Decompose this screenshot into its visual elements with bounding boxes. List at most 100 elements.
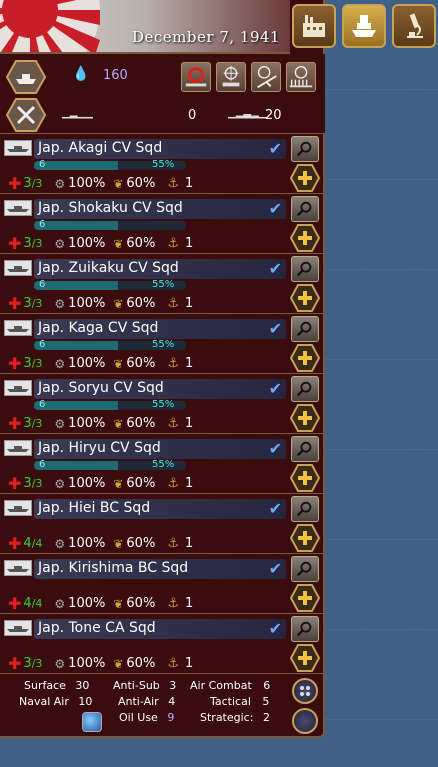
checkmark-icon[interactable]: ✔: [269, 139, 282, 158]
unit-name: Jap. Hiei BC Sqd: [38, 500, 151, 516]
reinforce-button[interactable]: [290, 284, 320, 312]
fleet-hex-button[interactable]: [6, 60, 46, 94]
unit-row[interactable]: Jap. Hiei BC Sqd ✔ ✚ 4 /4 ⚙ 100% ❦ 60% ⚓…: [0, 494, 325, 554]
unit-type-filter-aircraft[interactable]: [251, 62, 281, 92]
reinforce-button[interactable]: [290, 524, 320, 552]
ship-icon: [352, 15, 376, 37]
unit-name-bar[interactable]: Jap. Hiei BC Sqd ✔: [34, 499, 286, 519]
unit-row[interactable]: Jap. Kirishima BC Sqd ✔ ✚ 4 /4 ⚙ 100% ❦ …: [0, 554, 325, 614]
checkmark-icon[interactable]: ✔: [269, 439, 282, 458]
supply-value: 100%: [68, 236, 106, 251]
reinforce-button[interactable]: [290, 164, 320, 192]
unit-name-bar[interactable]: Jap. Zuikaku CV Sqd ✔: [34, 259, 286, 279]
crew-value: 1: [184, 656, 194, 671]
ship-class-icon: [4, 500, 32, 516]
inspect-button[interactable]: [291, 136, 319, 162]
research-button[interactable]: [392, 4, 436, 48]
checkmark-icon[interactable]: ✔: [269, 319, 282, 338]
unit-name: Jap. Zuikaku CV Sqd: [38, 260, 179, 276]
reinforce-button[interactable]: [290, 464, 320, 492]
inspect-button[interactable]: [291, 556, 319, 582]
unit-row[interactable]: Jap. Kaga CV Sqd ✔ 6 55% ✚ 3 /3 ⚙ 100% ❦…: [0, 314, 325, 374]
surface-value: 30: [75, 679, 90, 692]
fleet-summary: 💧 160 ▁▂▁▁ 0 ▁▂▃▂▁ 20: [0, 54, 325, 134]
reinforce-button[interactable]: [290, 404, 320, 432]
morale-medal-icon: ❦: [113, 416, 124, 431]
crew-value: 1: [184, 416, 194, 431]
inspect-button[interactable]: [291, 436, 319, 462]
crew-value: 1: [184, 176, 194, 191]
transport-icon: ▁▂▃▂▁: [228, 108, 267, 119]
unit-name-bar[interactable]: Jap. Soryu CV Sqd ✔: [34, 379, 286, 399]
morale-value: 60%: [126, 356, 156, 371]
strength-cross-icon: ✚: [8, 234, 22, 253]
naval-air-label: Naval Air: [19, 695, 69, 708]
experience-bar: [34, 221, 186, 230]
supply-gear-icon: ⚙: [54, 476, 66, 491]
unit-row[interactable]: Jap. Soryu CV Sqd ✔ 6 55% ✚ 3 /3 ⚙ 100% …: [0, 374, 325, 434]
unit-row[interactable]: Jap. Shokaku CV Sqd ✔ 6 ✚ 3 /3 ⚙ 100% ❦ …: [0, 194, 325, 254]
naval-button[interactable]: [342, 4, 386, 48]
checkmark-icon[interactable]: ✔: [269, 259, 282, 278]
reinforce-button[interactable]: [290, 584, 320, 612]
inspect-button[interactable]: [291, 376, 319, 402]
unit-row[interactable]: Jap. Hiryu CV Sqd ✔ 6 55% ✚ 3 /3 ⚙ 100% …: [0, 434, 325, 494]
reinforce-button[interactable]: [290, 224, 320, 252]
strength-cross-icon: ✚: [8, 414, 22, 433]
inspect-button[interactable]: [291, 496, 319, 522]
supply-value: 100%: [68, 476, 106, 491]
morale-medal-icon: ❦: [113, 176, 124, 191]
supply-value: 100%: [68, 416, 106, 431]
inspect-button[interactable]: [291, 316, 319, 342]
end-round-button[interactable]: [292, 708, 318, 734]
checkmark-icon[interactable]: ✔: [269, 199, 282, 218]
submarine-icon: ▁▂▁▁: [62, 108, 93, 119]
production-button[interactable]: [292, 4, 336, 48]
oil-use-value: 9: [167, 711, 175, 724]
magnifier-icon: [297, 261, 312, 277]
crew-value: 1: [184, 356, 194, 371]
unit-stats: ✚ 4 /4 ⚙ 100% ❦ 60% ⚓ 1: [8, 534, 193, 553]
unit-type-filter-mine[interactable]: [181, 62, 211, 92]
morale-value: 60%: [126, 236, 156, 251]
checkmark-icon[interactable]: ✔: [269, 559, 282, 578]
unit-type-filter-carrier[interactable]: [286, 62, 316, 92]
reinforce-button[interactable]: [290, 644, 320, 672]
strength-value: 4: [23, 596, 32, 611]
unit-row[interactable]: Jap. Zuikaku CV Sqd ✔ 6 55% ✚ 3 /3 ⚙ 100…: [0, 254, 325, 314]
unit-type-filter-crosshair[interactable]: [216, 62, 246, 92]
globe-icon[interactable]: [82, 712, 102, 732]
ship-class-icon: [4, 320, 32, 336]
unit-level: 6: [39, 219, 46, 230]
magnifier-icon: [297, 441, 312, 457]
anti-sub-label: Anti-Sub: [113, 679, 160, 692]
supply-gear-icon: ⚙: [54, 296, 66, 311]
inspect-button[interactable]: [291, 616, 319, 642]
supply-gear-icon: ⚙: [54, 596, 66, 611]
inspect-button[interactable]: [291, 196, 319, 222]
unit-name-bar[interactable]: Jap. Shokaku CV Sqd ✔: [34, 199, 286, 219]
unit-name-bar[interactable]: Jap. Akagi CV Sqd ✔: [34, 139, 286, 159]
unit-name-bar[interactable]: Jap. Kaga CV Sqd ✔: [34, 319, 286, 339]
ship-class-icon: [4, 440, 32, 456]
crew-value: 1: [184, 596, 194, 611]
supply-value: 100%: [68, 296, 106, 311]
checkmark-icon[interactable]: ✔: [269, 619, 282, 638]
unit-name-bar[interactable]: Jap. Tone CA Sqd ✔: [34, 619, 286, 639]
checkmark-icon[interactable]: ✔: [269, 379, 282, 398]
unit-row[interactable]: Jap. Tone CA Sqd ✔ ✚ 3 /3 ⚙ 100% ❦ 60% ⚓…: [0, 614, 325, 674]
inspect-button[interactable]: [291, 256, 319, 282]
checkmark-icon[interactable]: ✔: [269, 499, 282, 518]
unit-name: Jap. Akagi CV Sqd: [38, 140, 163, 156]
repair-hex-button[interactable]: [6, 98, 46, 132]
surface-label: Surface: [24, 679, 66, 692]
reinforce-button[interactable]: [290, 344, 320, 372]
experience-percent: 55%: [152, 279, 175, 290]
unit-name: Jap. Tone CA Sqd: [38, 620, 156, 636]
unit-name: Jap. Soryu CV Sqd: [38, 380, 164, 396]
unit-name-bar[interactable]: Jap. Kirishima BC Sqd ✔: [34, 559, 286, 579]
options-round-button[interactable]: [292, 678, 318, 704]
unit-name-bar[interactable]: Jap. Hiryu CV Sqd ✔: [34, 439, 286, 459]
unit-row[interactable]: Jap. Akagi CV Sqd ✔ 6 55% ✚ 3 /3 ⚙ 100% …: [0, 134, 325, 194]
fuel-drop-icon: 💧: [72, 66, 90, 82]
